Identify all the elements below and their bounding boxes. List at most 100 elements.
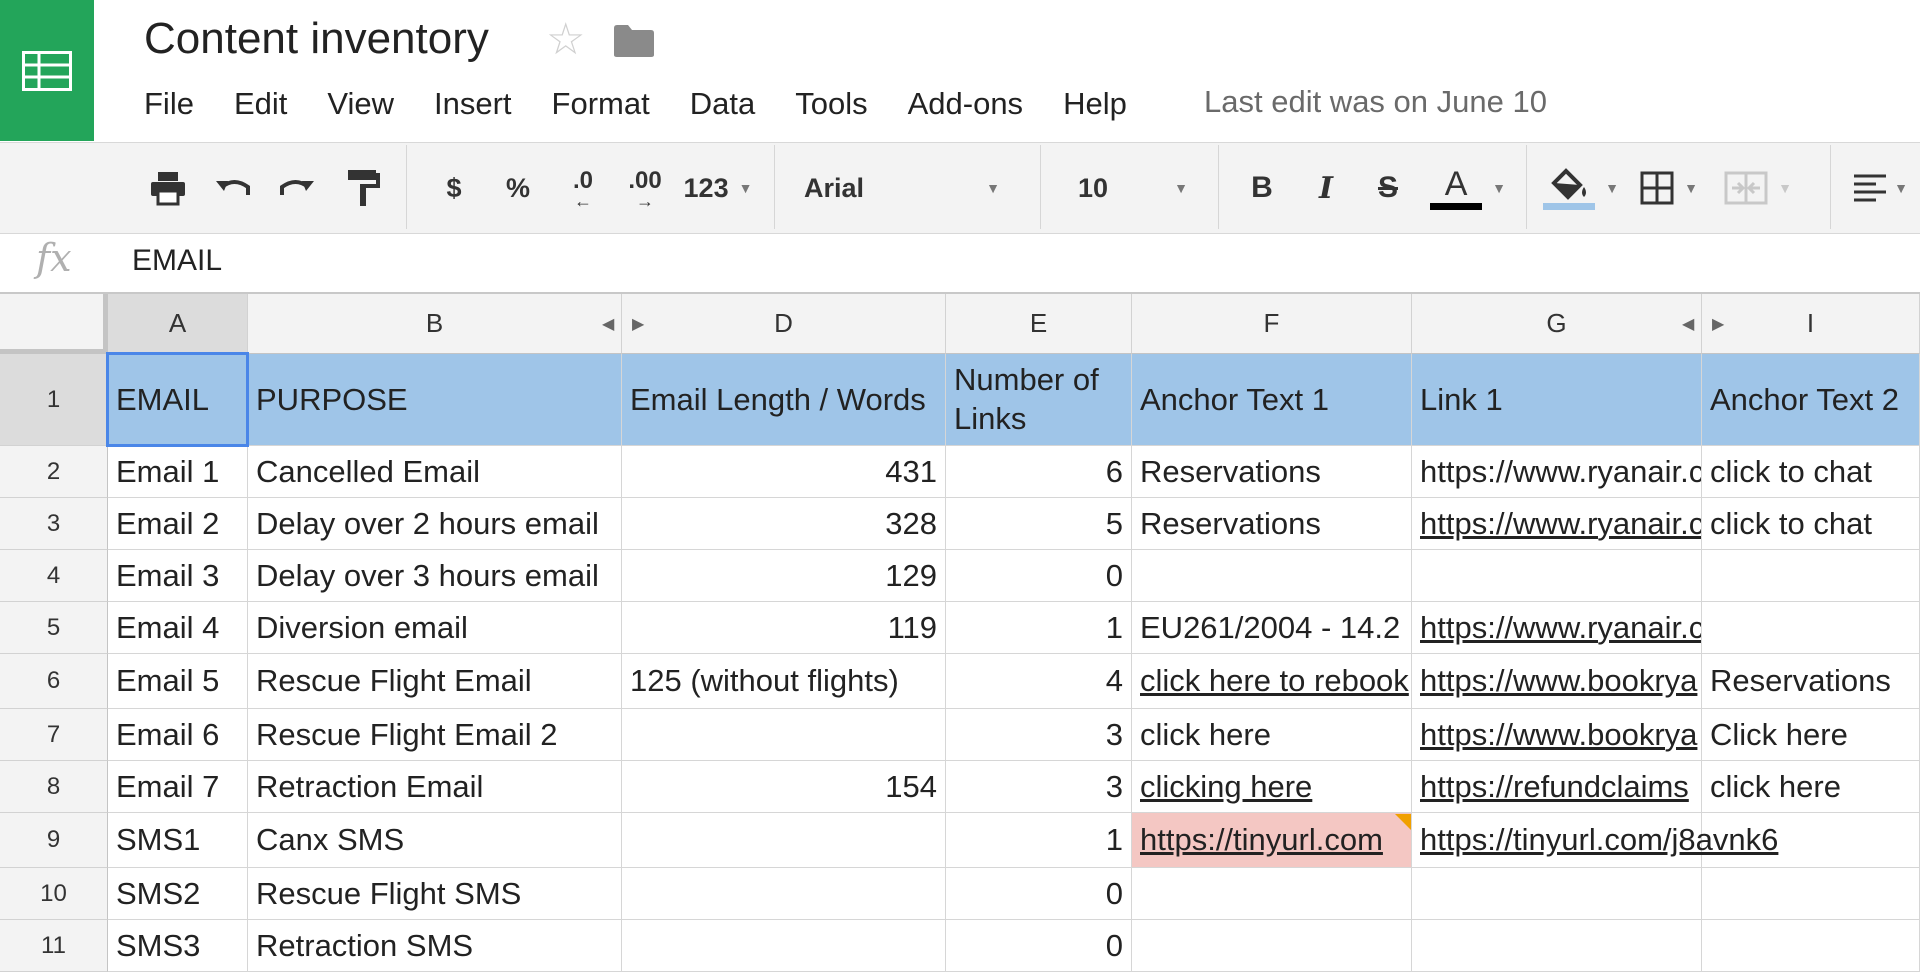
last-edit-status[interactable]: Last edit was on June 10 bbox=[1204, 84, 1547, 120]
cell-anchor1[interactable] bbox=[1132, 868, 1412, 920]
cell-length[interactable]: 431 bbox=[622, 446, 946, 498]
column-header-e[interactable]: E bbox=[946, 294, 1132, 354]
cell-anchor1[interactable]: EU261/2004 - 14.2 bbox=[1132, 602, 1412, 654]
cell-email[interactable]: Email 2 bbox=[108, 498, 248, 550]
column-header-d[interactable]: D bbox=[622, 294, 946, 354]
menu-edit[interactable]: Edit bbox=[234, 86, 287, 126]
header-cell-email[interactable]: EMAIL bbox=[108, 354, 248, 446]
increase-decimal-button[interactable]: .00 → bbox=[618, 143, 672, 233]
fill-color-button[interactable]: ▼ bbox=[1543, 143, 1619, 233]
menu-data[interactable]: Data bbox=[690, 86, 755, 126]
cell-link1[interactable]: https://www.ryanair.c bbox=[1412, 446, 1702, 498]
row-header[interactable]: 5 bbox=[0, 602, 108, 654]
cell-links[interactable]: 4 bbox=[946, 654, 1132, 709]
cell-anchor2[interactable] bbox=[1702, 813, 1920, 868]
cell-anchor2[interactable] bbox=[1702, 602, 1920, 654]
header-cell-anchor1[interactable]: Anchor Text 1 bbox=[1132, 354, 1412, 446]
cell-length[interactable] bbox=[622, 920, 946, 972]
row-header[interactable]: 3 bbox=[0, 498, 108, 550]
menu-format[interactable]: Format bbox=[552, 86, 650, 126]
cell-link1[interactable]: https://tinyurl.com/j8avnk6 bbox=[1412, 813, 1778, 868]
select-all-corner[interactable] bbox=[0, 294, 108, 354]
cell-length[interactable]: 125 (without flights) bbox=[622, 654, 946, 709]
header-cell-purpose[interactable]: PURPOSE bbox=[248, 354, 622, 446]
cell-anchor2[interactable]: Reservations bbox=[1702, 654, 1920, 709]
cell-link1[interactable]: https://www.bookrya bbox=[1412, 654, 1702, 709]
cell-anchor1[interactable]: clicking here bbox=[1132, 761, 1412, 813]
more-formats-button[interactable]: 123 ▼ bbox=[682, 143, 754, 233]
hidden-column-left-arrow-icon[interactable]: ◀ bbox=[602, 314, 614, 334]
cell-purpose[interactable]: Rescue Flight SMS bbox=[248, 868, 622, 920]
star-icon[interactable]: ☆ bbox=[546, 18, 585, 62]
cell-length[interactable]: 328 bbox=[622, 498, 946, 550]
column-header-g[interactable]: G bbox=[1412, 294, 1702, 354]
cell-email[interactable]: SMS3 bbox=[108, 920, 248, 972]
row-header[interactable]: 2 bbox=[0, 446, 108, 498]
header-cell-length[interactable]: Email Length / Words bbox=[622, 354, 946, 446]
paint-format-icon[interactable] bbox=[342, 143, 386, 233]
cell-purpose[interactable]: Cancelled Email bbox=[248, 446, 622, 498]
row-header[interactable]: 10 bbox=[0, 868, 108, 920]
cell-links[interactable]: 6 bbox=[946, 446, 1132, 498]
cell-links[interactable]: 0 bbox=[946, 920, 1132, 972]
cell-anchor2[interactable]: click to chat bbox=[1702, 446, 1920, 498]
cell-link1[interactable] bbox=[1412, 920, 1702, 972]
menu-view[interactable]: View bbox=[327, 86, 394, 126]
cell-email[interactable]: SMS2 bbox=[108, 868, 248, 920]
cell-purpose[interactable]: Delay over 3 hours email bbox=[248, 550, 622, 602]
row-header[interactable]: 1 bbox=[0, 354, 108, 446]
bold-button[interactable]: B bbox=[1244, 143, 1280, 233]
cell-purpose[interactable]: Delay over 2 hours email bbox=[248, 498, 622, 550]
cell-length[interactable]: 154 bbox=[622, 761, 946, 813]
cell-length[interactable] bbox=[622, 709, 946, 761]
font-family-select[interactable]: Arial ▼ bbox=[790, 143, 1014, 233]
align-button[interactable]: ▼ bbox=[1850, 143, 1910, 233]
cell-email[interactable]: SMS1 bbox=[108, 813, 248, 868]
sheets-logo-icon[interactable] bbox=[0, 0, 94, 141]
cell-purpose[interactable]: Rescue Flight Email 2 bbox=[248, 709, 622, 761]
cell-email[interactable]: Email 6 bbox=[108, 709, 248, 761]
cell-anchor2[interactable] bbox=[1702, 550, 1920, 602]
header-cell-anchor2[interactable]: Anchor Text 2 bbox=[1702, 354, 1920, 446]
cell-length[interactable]: 129 bbox=[622, 550, 946, 602]
cell-anchor2[interactable]: Click here bbox=[1702, 709, 1920, 761]
cell-link1[interactable]: https://www.ryanair.c bbox=[1412, 498, 1702, 550]
cell-anchor1[interactable]: Reservations bbox=[1132, 446, 1412, 498]
formula-input[interactable]: EMAIL bbox=[132, 244, 222, 278]
cell-anchor1[interactable]: https://tinyurl.com bbox=[1132, 813, 1412, 868]
menu-insert[interactable]: Insert bbox=[434, 86, 512, 126]
hidden-column-right-arrow-icon[interactable]: ▶ bbox=[632, 314, 644, 334]
cell-length[interactable] bbox=[622, 868, 946, 920]
cell-anchor1[interactable]: click here to rebook bbox=[1132, 654, 1412, 709]
menu-tools[interactable]: Tools bbox=[795, 86, 867, 126]
cell-anchor1[interactable]: click here bbox=[1132, 709, 1412, 761]
header-cell-link1[interactable]: Link 1 bbox=[1412, 354, 1702, 446]
cell-purpose[interactable]: Rescue Flight Email bbox=[248, 654, 622, 709]
cell-email[interactable]: Email 4 bbox=[108, 602, 248, 654]
row-header[interactable]: 9 bbox=[0, 813, 108, 868]
cell-anchor2[interactable]: click to chat bbox=[1702, 498, 1920, 550]
font-size-select[interactable]: 10 ▼ bbox=[1064, 143, 1202, 233]
percent-format-button[interactable]: % bbox=[498, 143, 538, 233]
cell-links[interactable]: 5 bbox=[946, 498, 1132, 550]
cell-anchor2[interactable] bbox=[1702, 920, 1920, 972]
row-header[interactable]: 8 bbox=[0, 761, 108, 813]
cell-anchor1[interactable] bbox=[1132, 920, 1412, 972]
cell-anchor2[interactable] bbox=[1702, 868, 1920, 920]
cell-links[interactable]: 1 bbox=[946, 602, 1132, 654]
cell-email[interactable]: Email 3 bbox=[108, 550, 248, 602]
cell-anchor1[interactable]: Reservations bbox=[1132, 498, 1412, 550]
column-header-b[interactable]: B bbox=[248, 294, 622, 354]
cell-links[interactable]: 0 bbox=[946, 550, 1132, 602]
borders-button[interactable]: ▼ bbox=[1636, 143, 1702, 233]
italic-button[interactable]: I bbox=[1308, 143, 1344, 233]
cell-email[interactable]: Email 7 bbox=[108, 761, 248, 813]
menu-help[interactable]: Help bbox=[1063, 86, 1127, 126]
column-header-a[interactable]: A bbox=[108, 294, 248, 354]
cell-purpose[interactable]: Diversion email bbox=[248, 602, 622, 654]
cell-length[interactable] bbox=[622, 813, 946, 868]
row-header[interactable]: 4 bbox=[0, 550, 108, 602]
cell-link1[interactable]: https://www.ryanair.c bbox=[1412, 602, 1702, 654]
cell-anchor2[interactable]: click here bbox=[1702, 761, 1920, 813]
print-icon[interactable] bbox=[146, 143, 190, 233]
